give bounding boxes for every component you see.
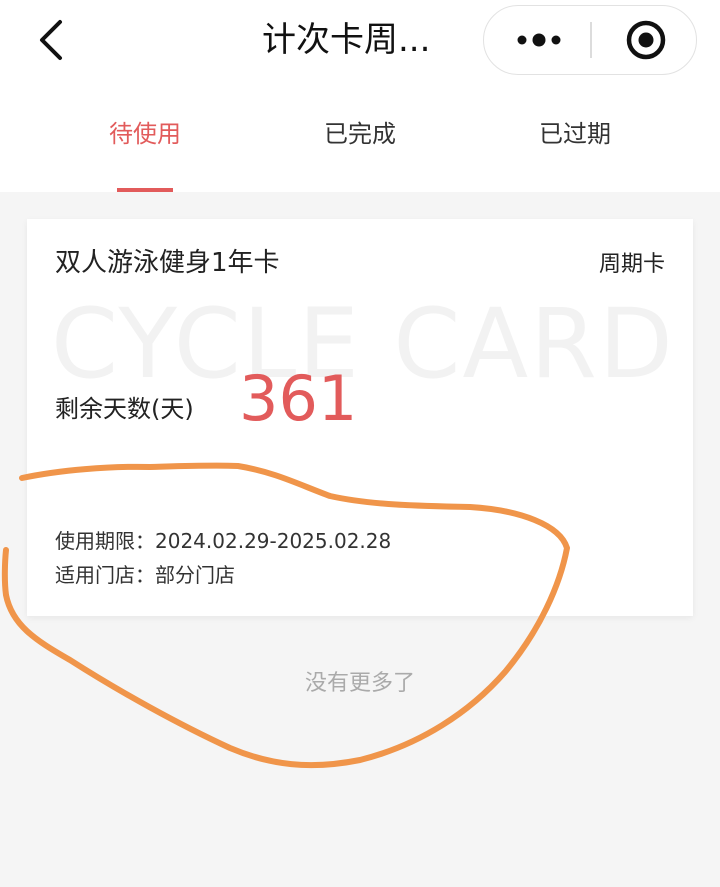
back-button[interactable] — [30, 12, 78, 68]
validity-row: 使用期限：2024.02.29-2025.02.28 — [55, 525, 391, 557]
remaining-days-value: 361 — [239, 362, 358, 435]
navigation-bar: 计次卡周... — [0, 0, 720, 84]
tab-expired[interactable]: 已过期 — [515, 112, 635, 156]
stores-label: 适用门店： — [55, 563, 155, 587]
tab-bar: 待使用 已完成 已过期 — [0, 84, 720, 192]
validity-label: 使用期限： — [55, 529, 155, 553]
tab-pending[interactable]: 待使用 — [85, 112, 205, 156]
more-dots-icon — [517, 33, 561, 47]
more-button[interactable] — [484, 6, 590, 73]
page: 计次卡周... 待使用 已完成 已过期 CYCLE CARD 双人游泳健身1年卡… — [0, 0, 720, 887]
card-type-badge: 周期卡 — [598, 252, 665, 277]
chevron-left-icon — [40, 20, 62, 60]
tab-completed[interactable]: 已完成 — [300, 112, 420, 156]
mini-program-capsule — [483, 5, 697, 75]
stores-value: 部分门店 — [155, 563, 235, 587]
card-watermark: CYCLE CARD — [51, 288, 675, 400]
stores-row: 适用门店：部分门店 — [55, 559, 235, 591]
page-title: 计次卡周... — [262, 20, 431, 60]
close-button[interactable] — [592, 6, 696, 73]
card-name: 双人游泳健身1年卡 — [55, 248, 280, 278]
cycle-card[interactable]: CYCLE CARD 双人游泳健身1年卡 周期卡 剩余天数(天) 361 使用期… — [27, 219, 693, 616]
active-tab-indicator — [117, 188, 173, 192]
no-more-text: 没有更多了 — [304, 671, 415, 696]
target-circle-icon — [626, 20, 666, 60]
remaining-days-label: 剩余天数(天) — [55, 395, 194, 423]
validity-value: 2024.02.29-2025.02.28 — [155, 529, 392, 553]
